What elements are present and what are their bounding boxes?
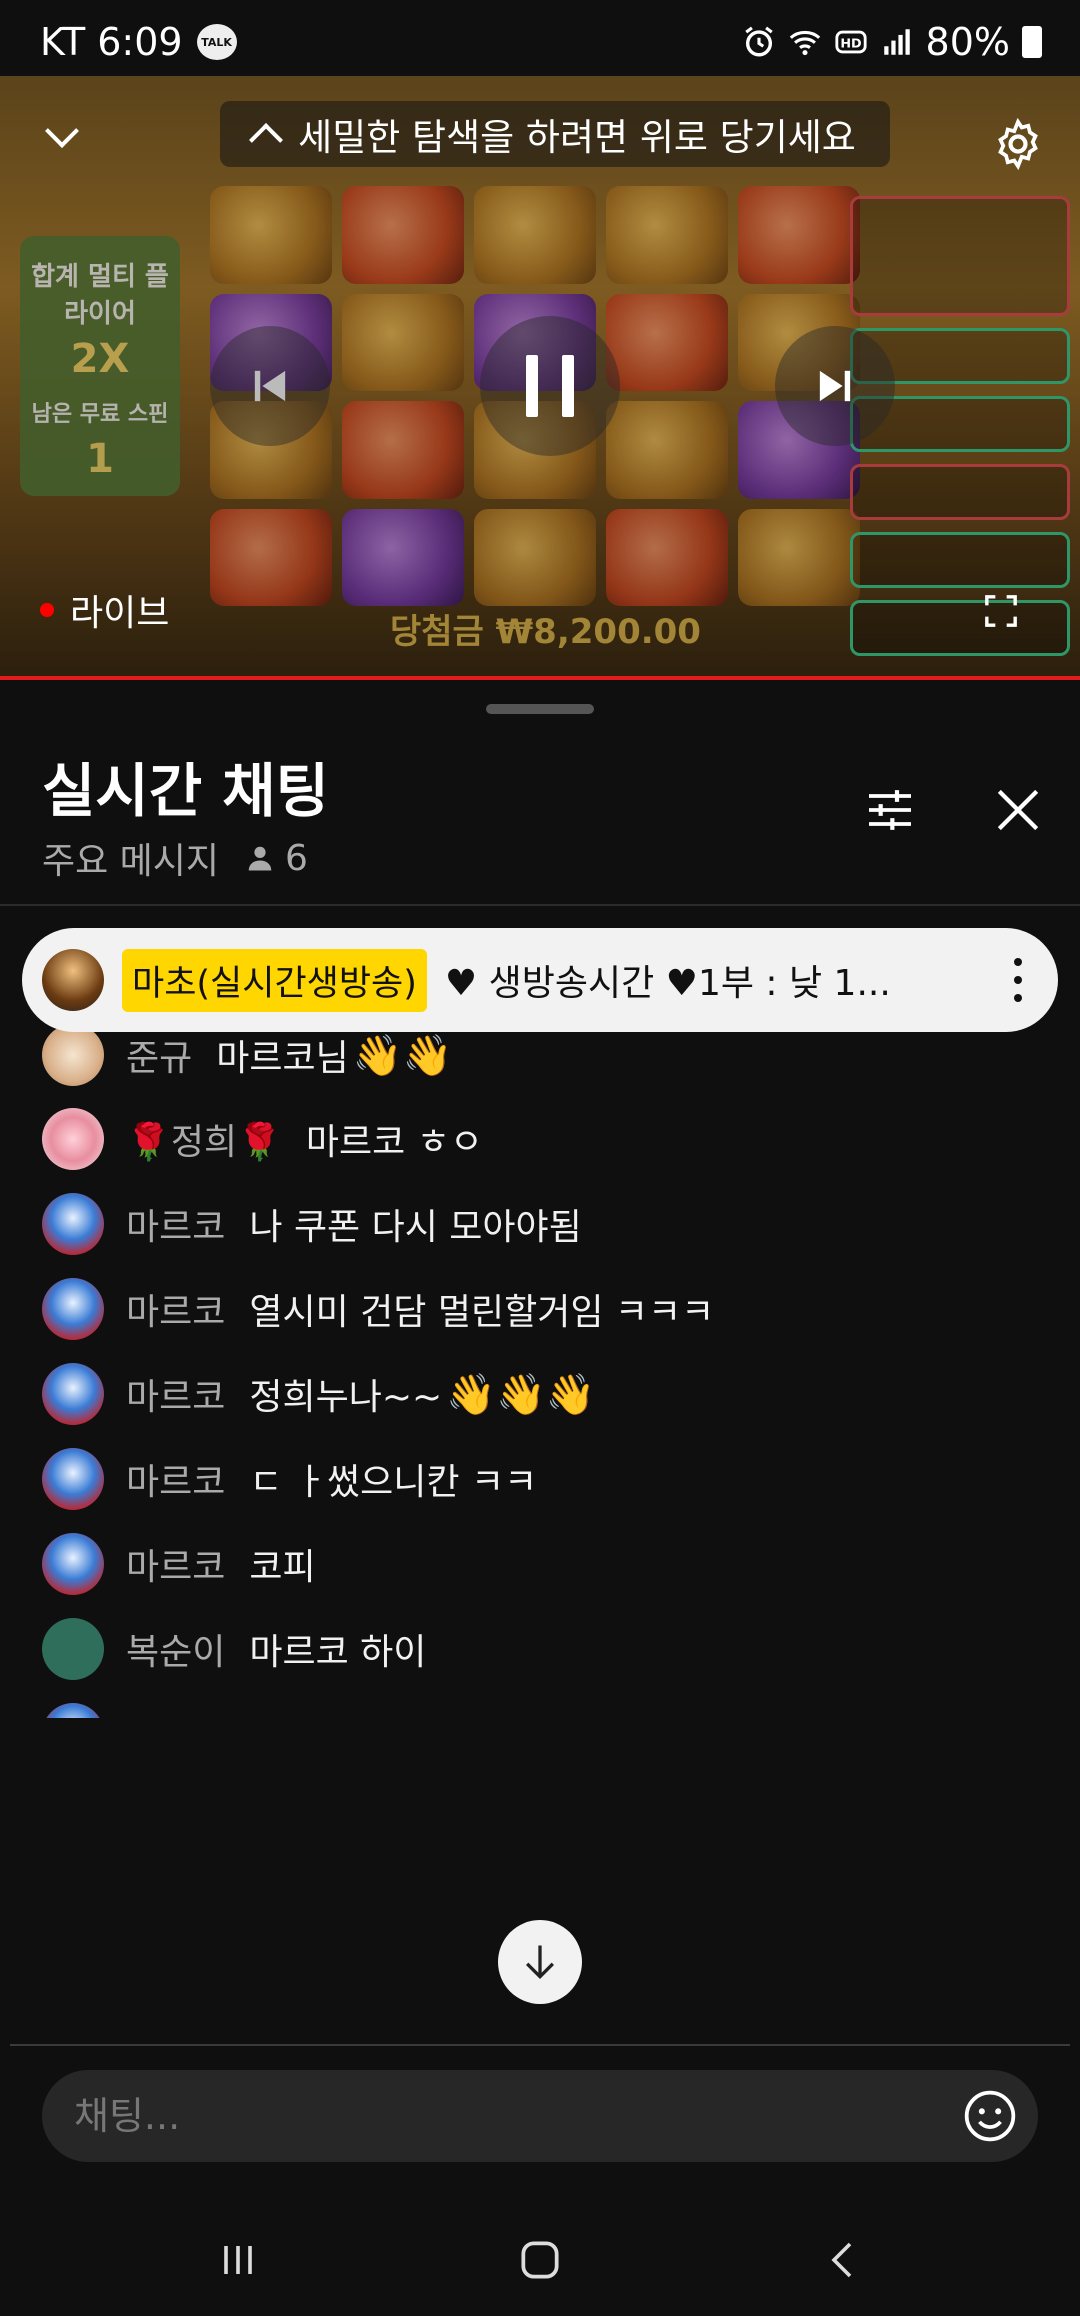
chat-message[interactable]: 마르코 ㄷ ㅏ썼으니칸 ㅋㅋ: [42, 1446, 541, 1512]
live-indicator[interactable]: 라이브: [40, 584, 169, 636]
message-author[interactable]: 마르코: [126, 1198, 225, 1250]
kakaotalk-notification-icon: TALK: [196, 24, 237, 60]
message-author[interactable]: 복순이: [126, 1623, 225, 1675]
message-text: 전부 케익으로 바꿔먹음 ㅋㅋㅋ: [249, 1708, 714, 1718]
system-nav-bar: [0, 2200, 1080, 2316]
live-progress-bar[interactable]: [0, 676, 1080, 680]
chat-message[interactable]: 🌹정희🌹 마르코 ㅎㅇ: [42, 1106, 487, 1172]
hd-voice-icon: HD: [834, 30, 867, 54]
message-emoji: 👋👋: [352, 1032, 453, 1079]
recents-icon: [224, 2246, 252, 2274]
message-text: 마르코님: [216, 1038, 349, 1079]
pull-up-hint: 세밀한 탐색을 하려면 위로 당기세요: [220, 101, 890, 167]
avatar[interactable]: [42, 1703, 104, 1718]
avatar[interactable]: [42, 1108, 104, 1170]
status-left: KT 6:09 TALK: [40, 20, 237, 64]
home-button[interactable]: [510, 2230, 570, 2290]
avatar[interactable]: [42, 1278, 104, 1340]
svg-text:HD: HD: [840, 37, 861, 52]
message-author[interactable]: 🌹정희🌹: [126, 1113, 282, 1165]
chat-message[interactable]: 마르코 전부 케익으로 바꿔먹음 ㅋㅋㅋ: [42, 1701, 718, 1718]
message-text: 코피: [249, 1547, 316, 1588]
alarm-icon: [744, 26, 773, 57]
pull-up-hint-text: 세밀한 탐색을 하려면 위로 당기세요: [298, 116, 856, 159]
message-text: ㄷ ㅏ썼으니칸 ㅋㅋ: [249, 1462, 538, 1503]
emoji-smiley-icon[interactable]: [962, 2088, 1018, 2144]
more-options-icon[interactable]: [1014, 958, 1022, 1002]
chat-subheader: 주요 메시지 6: [42, 832, 308, 884]
signal-icon: [883, 29, 910, 55]
arrow-down-icon: [525, 1945, 555, 1980]
avatar[interactable]: [42, 1193, 104, 1255]
message-author[interactable]: 마르코: [126, 1368, 225, 1420]
input-divider: [10, 2044, 1070, 2046]
home-icon: [521, 2241, 559, 2279]
chat-message[interactable]: 마르코 정희누나~~ 👋👋👋: [42, 1361, 596, 1427]
battery-icon: [1022, 26, 1042, 58]
chevron-down-icon: [45, 114, 79, 148]
pause-icon: [526, 355, 538, 417]
live-chat-panel: 실시간 채팅 주요 메시지 6 준규 마르코님 👋👋 🌹정희🌹 마르코 ㅎㅇ 마르코 나 쿠…: [0, 682, 1080, 2316]
avatar: [42, 949, 104, 1011]
wifi-icon: [789, 30, 820, 56]
live-dot-icon: [40, 603, 54, 617]
person-icon: [248, 846, 272, 871]
back-chevron-icon: [831, 2242, 852, 2278]
settings-gear-icon[interactable]: [990, 116, 1046, 172]
pause-button[interactable]: [480, 316, 620, 456]
next-button[interactable]: [775, 326, 895, 446]
close-icon[interactable]: [990, 782, 1046, 838]
header-divider: [0, 904, 1080, 906]
pinned-author: 마초(실시간생방송): [122, 948, 427, 1012]
battery-percent: 80%: [925, 20, 1010, 64]
message-text: 마르코 ㅎㅇ: [305, 1122, 483, 1163]
message-author[interactable]: 마르코: [126, 1538, 225, 1590]
filter-sliders-icon[interactable]: [862, 782, 918, 838]
chat-message[interactable]: 준규 마르코님 👋👋: [42, 1028, 452, 1088]
chat-input-box[interactable]: [42, 2070, 1038, 2162]
message-author[interactable]: 마르코: [126, 1708, 225, 1718]
message-author[interactable]: 마르코: [126, 1453, 225, 1505]
chat-title: 실시간 채팅: [42, 757, 329, 825]
avatar[interactable]: [42, 1363, 104, 1425]
avatar[interactable]: [42, 1028, 104, 1086]
message-text: 정희누나~~: [249, 1377, 443, 1418]
chat-message-list[interactable]: 준규 마르코님 👋👋 🌹정희🌹 마르코 ㅎㅇ 마르코 나 쿠폰 다시 모아야됨 마르코 열시미 …: [0, 1028, 1080, 1718]
message-text: 나 쿠폰 다시 모아야됨: [249, 1207, 582, 1248]
chat-message[interactable]: 복순이 마르코 하이: [42, 1616, 430, 1682]
status-bar: KT 6:09 TALK HD 80%: [0, 0, 1080, 76]
chat-message[interactable]: 마르코 열시미 건담 멀린할거임 ㅋㅋㅋ: [42, 1276, 718, 1342]
viewer-count: 6: [245, 838, 308, 879]
collapse-player-button[interactable]: [40, 114, 84, 158]
chat-message[interactable]: 마르코 코피: [42, 1531, 320, 1597]
avatar[interactable]: [42, 1618, 104, 1680]
previous-button[interactable]: [210, 326, 330, 446]
chevron-up-icon: [249, 123, 284, 157]
skip-previous-icon: [254, 370, 286, 402]
avatar[interactable]: [42, 1533, 104, 1595]
scroll-to-bottom-button[interactable]: [498, 1920, 582, 2004]
chat-filter-label[interactable]: 주요 메시지: [42, 832, 219, 884]
status-right: HD 80%: [742, 20, 1042, 64]
recents-button[interactable]: [208, 2230, 268, 2290]
live-label: 라이브: [70, 593, 170, 634]
message-text: 마르코 하이: [249, 1632, 427, 1673]
back-button[interactable]: [814, 2230, 874, 2290]
pinned-text: ♥ 생방송시간 ♥1부 : 낮 1...: [444, 963, 891, 1004]
video-player[interactable]: 합계 멀티 플라이어 2X 남은 무료 스핀 1 당첨금 ₩8,200.00 세…: [0, 76, 1080, 680]
fullscreen-icon[interactable]: [984, 594, 1018, 628]
pinned-message[interactable]: 마초(실시간생방송) ♥ 생방송시간 ♥1부 : 낮 1...: [22, 928, 1058, 1032]
message-author[interactable]: 준규: [126, 1029, 192, 1081]
chat-input[interactable]: [74, 2088, 954, 2144]
viewer-count-value: 6: [285, 837, 308, 879]
message-text: 열시미 건담 멀린할거임 ㅋㅋㅋ: [249, 1292, 715, 1333]
message-author[interactable]: 마르코: [126, 1283, 225, 1335]
message-emoji: 👋👋👋: [446, 1371, 596, 1418]
avatar[interactable]: [42, 1448, 104, 1510]
chat-message[interactable]: 마르코 나 쿠폰 다시 모아야됨: [42, 1191, 586, 1257]
carrier-time: KT 6:09: [40, 20, 183, 64]
skip-next-icon: [819, 370, 851, 402]
drag-handle[interactable]: [486, 704, 594, 714]
